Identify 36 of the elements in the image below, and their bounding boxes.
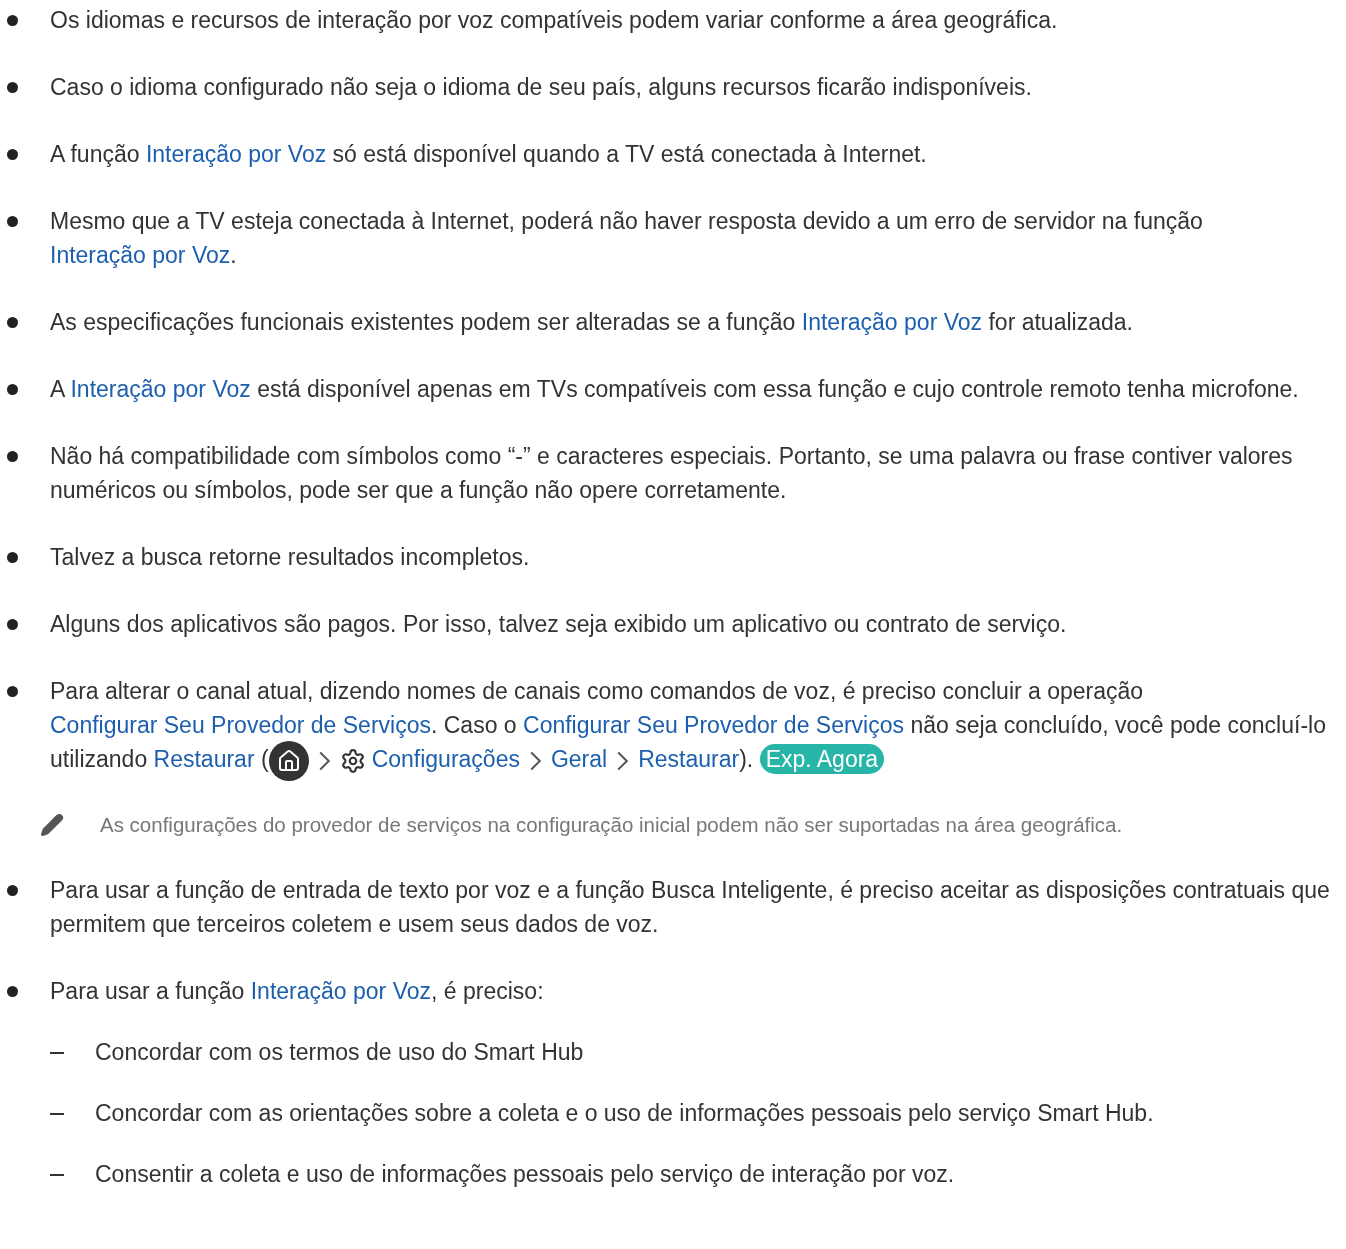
menu-link[interactable]: Interação por Voz: [50, 242, 231, 268]
menu-link[interactable]: Interação por Voz: [145, 141, 327, 167]
bullet-text: A função Interação por Voz só está disponível quando a TV está conectada à Internet.: [50, 140, 927, 169]
menu-link[interactable]: Interação por Voz: [801, 309, 983, 335]
sub-item-text: Concordar com os termos de uso do Smart Hub: [95, 1037, 584, 1067]
bullet-text: Os idiomas e recursos de interação por voz compatíveis podem variar conforme a área geográfica.: [50, 6, 1058, 35]
menu-link[interactable]: Interação por Voz: [70, 376, 251, 402]
bullet-text: A Interação por Voz está disponível apenas em TVs compatíveis com essa função e cujo controle remoto tenha microfone.: [50, 375, 1299, 404]
menu-link[interactable]: Restaurar: [153, 746, 255, 772]
bullet-text: Alguns dos aplicativos são pagos. Por isso, talvez seja exibido um aplicativo ou contrato de serviço.: [50, 610, 1067, 639]
menu-link[interactable]: Restaurar: [638, 746, 740, 772]
bullet-text: Talvez a busca retorne resultados incompletos.: [50, 543, 530, 572]
menu-link[interactable]: Configurar Seu Provedor de Serviços: [523, 712, 904, 738]
dash-mark: [50, 1051, 64, 1054]
menu-link[interactable]: Configurar Seu Provedor de Serviços: [50, 712, 431, 738]
chevron-right-icon: [617, 750, 629, 771]
bullet-text: Para usar a função de entrada de texto por voz e a função Busca Inteligente, é preciso aceitar as disposições contratuais que permitem que terceiros coletem e usem seus dados de voz.: [50, 875, 1331, 939]
chevron-right-icon: [529, 750, 541, 771]
bullet-text: Caso o idioma configurado não seja o idioma de seu país, alguns recursos ficarão indisponíveis.: [50, 73, 1032, 102]
bullet-text: Para alterar o canal atual, dizendo nomes de canais como comandos de voz, é preciso concluir a operação Configurar Seu Provedor de Serviços. Caso o Configurar Seu Provedor de Serviços não seja concluído, você pode concluí-lo utilizando Restaurar ( Configurações Geral Restaurar). Exp. Agora: [50, 674, 1334, 777]
menu-link[interactable]: Geral: [550, 746, 608, 772]
dash-mark: [50, 1112, 64, 1115]
pencil-icon: [40, 812, 64, 837]
chevron-right-icon: [318, 750, 330, 771]
sub-item-text: Concordar com as orientações sobre a coleta e o uso de informações pessoais pelo serviço Smart Hub.: [95, 1098, 1154, 1128]
bullet-text: Para usar a função Interação por Voz, é preciso:: [50, 976, 544, 1006]
sub-item-text: Consentir a coleta e uso de informações pessoais pelo serviço de interação por voz.: [95, 1159, 955, 1189]
bullet-text: As especificações funcionais existentes podem ser alteradas se a função Interação por Voz for atualizada.: [50, 308, 1133, 337]
menu-link[interactable]: Interação por Voz: [250, 977, 432, 1004]
menu-link[interactable]: Configurações: [371, 746, 520, 772]
dash-mark: [50, 1173, 64, 1176]
bullet-text: Mesmo que a TV esteja conectada à Internet, poderá não haver resposta devido a um erro de servidor na função Interação por Voz.: [50, 207, 1204, 270]
bullet-text: Não há compatibilidade com símbolos como “-” e caracteres especiais. Portanto, se uma palavra ou frase contiver valores numéricos ou símbolos, pode ser que a função não opere corretamente.: [50, 442, 1294, 505]
home-icon: [268, 740, 309, 781]
note-text: As configurações do provedor de serviços na configuração inicial podem não ser suportadas na área geográfica.: [100, 811, 1123, 838]
settings-icon: [339, 747, 366, 774]
